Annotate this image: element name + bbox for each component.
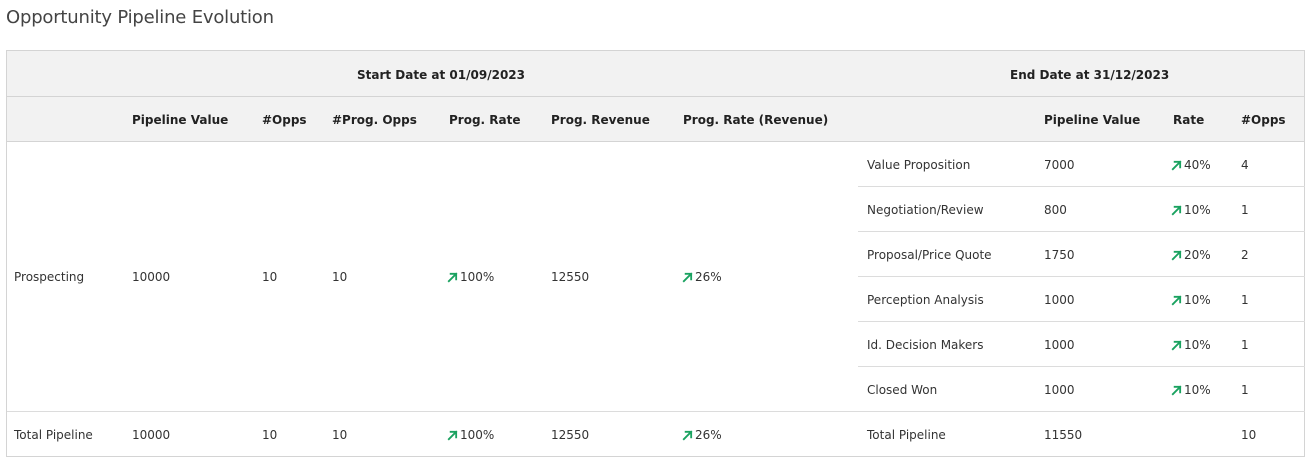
end-rate-cell: 40% bbox=[1171, 158, 1211, 172]
col-header-end-rate[interactable]: Rate bbox=[1173, 113, 1204, 127]
col-header-prog-rate[interactable]: Prog. Rate bbox=[449, 113, 521, 127]
prog-rate-revenue-value: 26% bbox=[695, 270, 722, 284]
opps-cell: 10 bbox=[262, 270, 278, 284]
stage-cell: Prospecting bbox=[14, 270, 85, 284]
end-pipeline-value-cell: 1000 bbox=[1044, 293, 1075, 307]
total-prog-opps-cell: 10 bbox=[332, 428, 348, 442]
arrow-up-right-icon bbox=[1171, 385, 1182, 395]
total-pipeline-value-cell: 10000 bbox=[132, 428, 171, 442]
pipeline-value-cell: 10000 bbox=[132, 270, 171, 284]
end-rate-value: 20% bbox=[1184, 248, 1211, 262]
end-opps-cell: 1 bbox=[1241, 338, 1249, 352]
total-prog-revenue-cell: 12550 bbox=[551, 428, 590, 442]
total-row-divider bbox=[7, 411, 1305, 412]
prog-rate-value: 100% bbox=[460, 270, 495, 284]
row-divider bbox=[858, 186, 1305, 187]
total-prog-rate-revenue-cell: 26% bbox=[682, 428, 722, 442]
end-stage-cell: Proposal/Price Quote bbox=[867, 248, 992, 262]
total-end-opps-cell: 10 bbox=[1241, 428, 1257, 442]
end-stage-cell: Id. Decision Makers bbox=[867, 338, 984, 352]
arrow-up-right-icon bbox=[1171, 340, 1182, 350]
total-prog-rate-revenue-value: 26% bbox=[695, 428, 722, 442]
end-rate-cell: 10% bbox=[1171, 203, 1211, 217]
total-end-pipeline-value-cell: 11550 bbox=[1044, 428, 1083, 442]
end-rate-cell: 10% bbox=[1171, 338, 1211, 352]
row-divider bbox=[858, 231, 1305, 232]
end-rate-cell: 20% bbox=[1171, 248, 1211, 262]
end-rate-cell: 10% bbox=[1171, 293, 1211, 307]
end-pipeline-value-cell: 1000 bbox=[1044, 338, 1075, 352]
end-stage-cell: Closed Won bbox=[867, 383, 938, 397]
total-prog-rate-cell: 100% bbox=[447, 428, 494, 442]
row-divider bbox=[858, 276, 1305, 277]
end-pipeline-value-cell: 800 bbox=[1044, 203, 1067, 217]
end-opps-cell: 1 bbox=[1241, 293, 1249, 307]
end-stage-cell: Negotiation/Review bbox=[867, 203, 984, 217]
arrow-up-right-icon bbox=[447, 272, 458, 282]
total-label-cell: Total Pipeline bbox=[14, 428, 93, 442]
end-opps-cell: 1 bbox=[1241, 383, 1249, 397]
col-header-end-pipeline-value[interactable]: Pipeline Value bbox=[1044, 113, 1140, 127]
arrow-up-right-icon bbox=[682, 430, 693, 440]
col-header-end-opps[interactable]: #Opps bbox=[1241, 113, 1286, 127]
end-pipeline-value-cell: 7000 bbox=[1044, 158, 1075, 172]
prog-rate-revenue-cell: 26% bbox=[682, 270, 722, 284]
end-stage-cell: Perception Analysis bbox=[867, 293, 984, 307]
end-rate-value: 10% bbox=[1184, 338, 1211, 352]
arrow-up-right-icon bbox=[1171, 295, 1182, 305]
arrow-up-right-icon bbox=[682, 272, 693, 282]
col-header-pipeline-value[interactable]: Pipeline Value bbox=[132, 113, 228, 127]
end-rate-value: 10% bbox=[1184, 203, 1211, 217]
start-date-header: Start Date at 01/09/2023 bbox=[357, 68, 525, 82]
end-stage-cell: Value Proposition bbox=[867, 158, 971, 172]
prog-revenue-cell: 12550 bbox=[551, 270, 590, 284]
end-rate-cell: 10% bbox=[1171, 383, 1211, 397]
arrow-up-right-icon bbox=[1171, 205, 1182, 215]
arrow-up-right-icon bbox=[447, 430, 458, 440]
end-rate-value: 10% bbox=[1184, 383, 1211, 397]
end-rate-value: 40% bbox=[1184, 158, 1211, 172]
end-opps-cell: 2 bbox=[1241, 248, 1249, 262]
end-opps-cell: 1 bbox=[1241, 203, 1249, 217]
pipeline-table: Start Date at 01/09/2023 End Date at 31/… bbox=[6, 50, 1305, 457]
arrow-up-right-icon bbox=[1171, 250, 1182, 260]
end-opps-cell: 4 bbox=[1241, 158, 1249, 172]
prog-opps-cell: 10 bbox=[332, 270, 348, 284]
end-date-header: End Date at 31/12/2023 bbox=[1010, 68, 1170, 82]
prog-rate-cell: 100% bbox=[447, 270, 494, 284]
page-title: Opportunity Pipeline Evolution bbox=[6, 7, 274, 28]
end-pipeline-value-cell: 1750 bbox=[1044, 248, 1075, 262]
total-end-label-cell: Total Pipeline bbox=[867, 428, 946, 442]
row-divider bbox=[858, 366, 1305, 367]
total-prog-rate-value: 100% bbox=[460, 428, 495, 442]
col-header-prog-opps[interactable]: #Prog. Opps bbox=[332, 113, 417, 127]
end-rate-value: 10% bbox=[1184, 293, 1211, 307]
col-header-opps[interactable]: #Opps bbox=[262, 113, 307, 127]
row-divider bbox=[858, 321, 1305, 322]
total-opps-cell: 10 bbox=[262, 428, 278, 442]
end-pipeline-value-cell: 1000 bbox=[1044, 383, 1075, 397]
arrow-up-right-icon bbox=[1171, 160, 1182, 170]
col-header-prog-revenue[interactable]: Prog. Revenue bbox=[551, 113, 650, 127]
col-header-prog-rate-revenue[interactable]: Prog. Rate (Revenue) bbox=[683, 113, 828, 127]
